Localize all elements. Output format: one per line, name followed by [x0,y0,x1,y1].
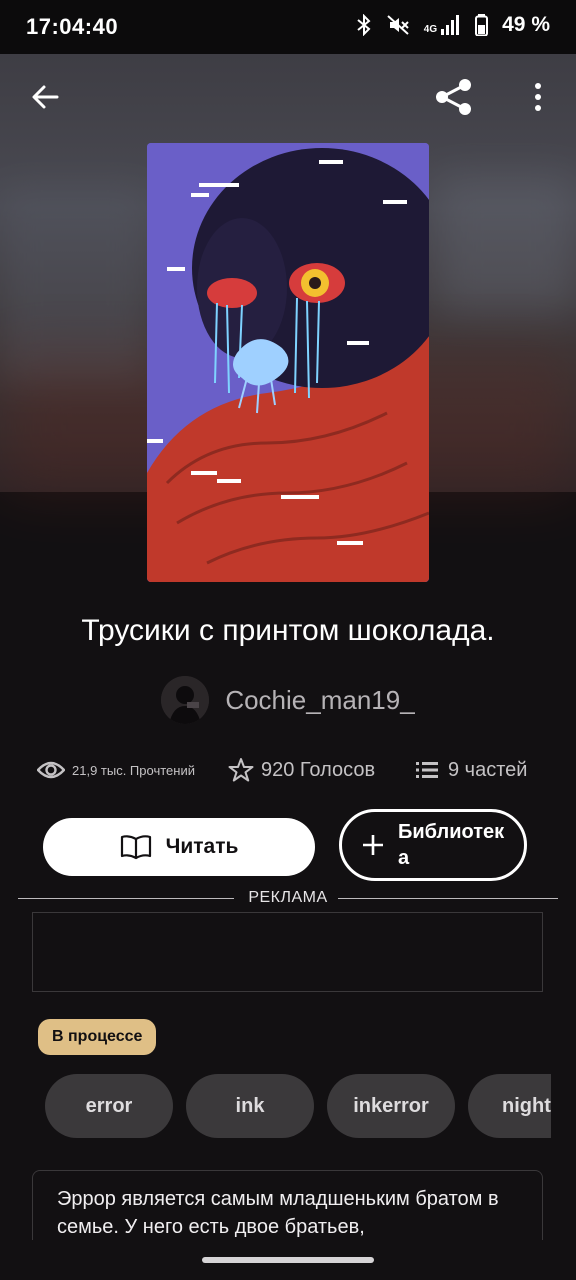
tag-chip[interactable]: inkerror [327,1074,455,1138]
arrow-left-icon [32,85,59,109]
more-options-button[interactable] [516,75,560,119]
status-badge: В процессе [38,1019,157,1055]
parts-count: 9 частей [448,758,528,781]
share-button[interactable] [432,75,476,119]
battery-icon [475,14,489,36]
share-icon [436,79,471,115]
author-row[interactable]: Cochie_man19_ [0,676,576,724]
home-indicator[interactable] [202,1257,374,1263]
eye-icon [37,761,65,779]
votes-count: 920 Голосов [261,758,376,781]
library-button-label: Библиотек а [398,821,505,869]
story-cover-image[interactable] [147,143,429,582]
author-name[interactable]: Cochie_man19_ [225,685,414,716]
battery-percent: 49 % [502,13,550,36]
add-to-library-button[interactable]: Библиотек а [339,809,527,881]
parts-stat: 9 частей [416,752,527,788]
tags-row[interactable]: error ink inkerror nighte [45,1074,551,1138]
tag-chip[interactable]: error [45,1074,173,1138]
tag-chip[interactable]: ink [186,1074,314,1138]
mute-icon [386,14,410,36]
reads-stat: 21,9 тыс. Прочтений [37,752,195,788]
star-icon [228,758,254,782]
back-button[interactable] [23,75,67,119]
avatar[interactable] [161,676,210,724]
story-stats: 21,9 тыс. Прочтений 920 Голосов 9 частей [0,752,576,788]
more-vert-icon [535,83,541,111]
votes-stat: 920 Голосов [228,752,375,788]
story-description: Эррор является самым младшеньким братом … [32,1170,543,1240]
network-type: 4G [423,24,438,35]
status-bar: 17:04:40 4G 49 % [0,0,576,54]
list-icon [416,762,438,778]
tag-chip[interactable]: nighte [468,1074,551,1138]
signal-icon: 4G [424,15,461,35]
ad-label: РЕКЛАМА [248,889,328,906]
plus-icon [363,835,383,855]
ad-banner[interactable] [32,912,543,992]
ad-divider: РЕКЛАМА [18,888,558,910]
status-icons: 4G 49 % [356,13,550,37]
status-time: 17:04:40 [26,14,119,39]
story-title: Трусики с принтом шоколада. [81,614,495,647]
reads-count: 21,9 тыс. Прочтений [72,762,195,778]
read-button[interactable]: Читать [43,818,315,876]
book-open-icon [120,835,151,860]
bluetooth-icon [356,14,372,36]
read-button-label: Читать [165,835,239,858]
